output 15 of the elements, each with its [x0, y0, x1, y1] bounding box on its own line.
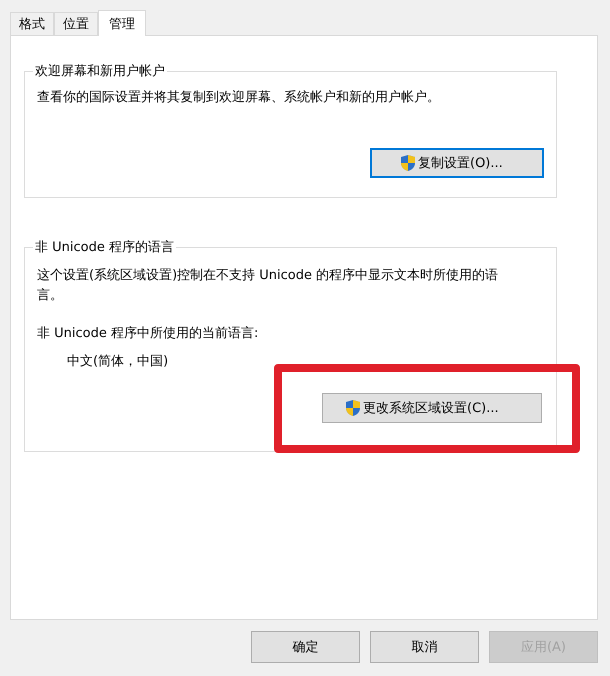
tab[interactable]: 格式 [10, 12, 54, 35]
description-text: 查看你的国际设置并将其复制到欢迎屏幕、系统帐户和新的用户帐户。 [37, 89, 441, 107]
shield-icon [345, 399, 361, 417]
shield-icon [400, 154, 416, 172]
dialog-button[interactable]: 取消 [370, 631, 479, 663]
current-language-value: 中文(简体，中国) [67, 353, 170, 370]
tab[interactable]: 管理 [98, 10, 146, 36]
copy-settings-button[interactable]: 复制设置(O)... [370, 148, 544, 178]
tab[interactable]: 位置 [54, 12, 98, 35]
description-text: 这个设置(系统区域设置)控制在不支持 Unicode 的程序中显示文本时所使用的语言。 [37, 267, 500, 305]
change-locale-button[interactable]: 更改系统区域设置(C)... [322, 393, 542, 423]
group-title: 非 Unicode 程序的语言 [34, 239, 175, 256]
dialog-button[interactable]: 确定 [251, 631, 360, 663]
group-title: 欢迎屏幕和新用户帐户 [34, 63, 166, 80]
current-language-label: 非 Unicode 程序中所使用的当前语言: [37, 325, 260, 342]
